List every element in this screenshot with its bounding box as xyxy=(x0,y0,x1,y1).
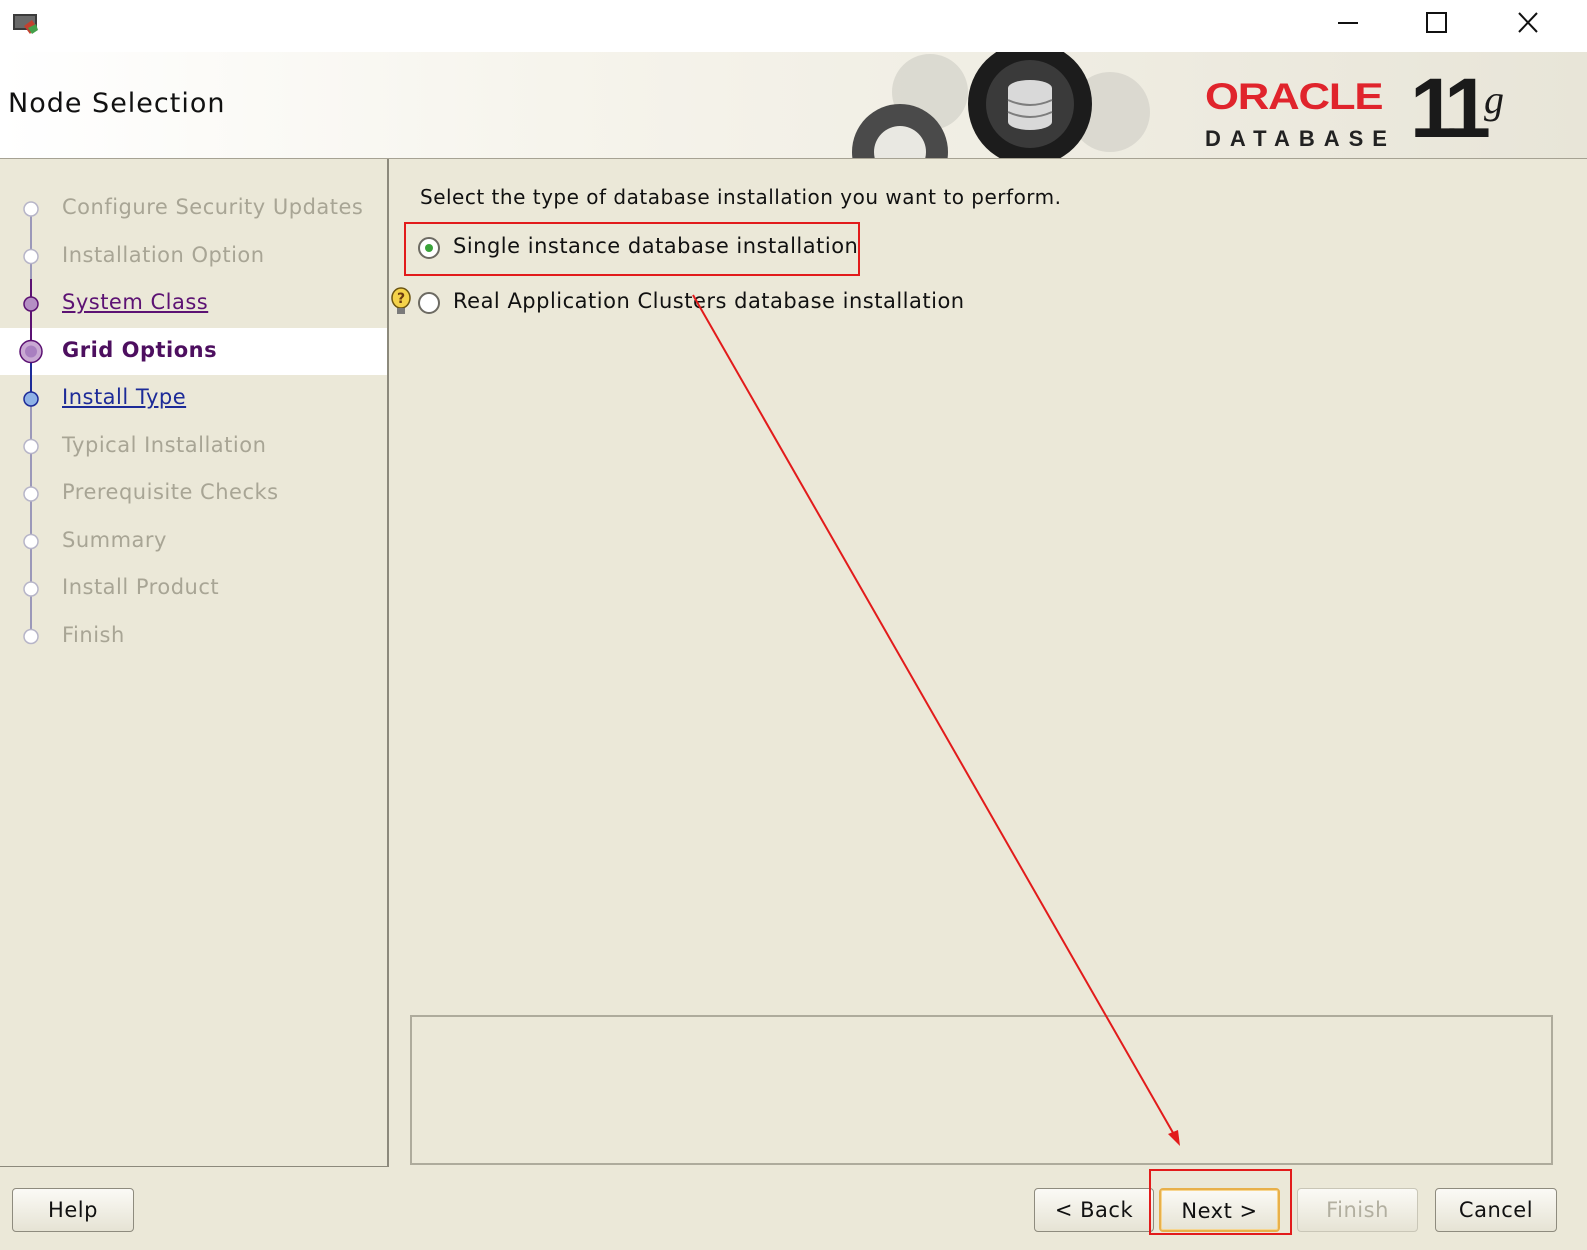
step-indicator-icon xyxy=(23,581,39,597)
rac-option[interactable]: Real Application Clusters database insta… xyxy=(418,289,964,321)
step-navigation: Configure Security Updates Installation O… xyxy=(0,159,389,1167)
step-indicator-icon xyxy=(23,296,39,312)
database-logo-text: DATABASE xyxy=(1205,126,1396,151)
svg-text:?: ? xyxy=(397,291,405,307)
step-install-type[interactable]: Install Type xyxy=(62,385,186,409)
message-area xyxy=(410,1015,1553,1165)
step-system-class[interactable]: System Class xyxy=(62,290,208,314)
step-indicator-core xyxy=(25,345,37,358)
annotation-highlight-next xyxy=(1149,1169,1292,1235)
step-summary: Summary xyxy=(62,527,167,552)
step-grid-options: Grid Options xyxy=(62,337,218,362)
step-indicator-icon xyxy=(23,201,39,217)
hint-lightbulb-icon: ? xyxy=(391,287,411,314)
step-indicator-icon xyxy=(23,628,39,645)
step-finish: Finish xyxy=(62,622,125,647)
step-indicator-icon xyxy=(23,486,39,502)
version-number: 11 xyxy=(1410,61,1491,155)
step-installation-option: Installation Option xyxy=(62,242,265,267)
close-button[interactable] xyxy=(1498,4,1558,44)
java-app-icon xyxy=(13,14,38,34)
gears-database-graphic xyxy=(852,52,1150,158)
step-indicator-icon xyxy=(23,533,39,550)
oracle-logo-text: ORACLE xyxy=(1205,76,1383,117)
step-typical-installation: Typical Installation xyxy=(62,432,267,457)
window-title-bar xyxy=(0,0,1587,52)
close-icon xyxy=(1518,12,1538,33)
step-indicator-icon xyxy=(23,391,39,407)
annotation-highlight-option xyxy=(404,222,860,276)
rac-label: Real Application Clusters database insta… xyxy=(453,289,965,313)
header-banner: Node Selection ORACLE DATABASE 11 g xyxy=(0,52,1587,159)
step-indicator-icon xyxy=(23,438,39,455)
installation-type-prompt: Select the type of database installation… xyxy=(420,185,1062,209)
step-indicator-icon xyxy=(23,248,39,265)
page-title: Node Selection xyxy=(8,88,226,119)
cancel-button[interactable]: Cancel xyxy=(1435,1188,1557,1232)
step-install-product: Install Product xyxy=(62,575,220,599)
help-button[interactable]: Help xyxy=(12,1188,134,1232)
step-prerequisite-checks: Prerequisite Checks xyxy=(62,480,279,504)
finish-button[interactable]: Finish xyxy=(1297,1188,1418,1232)
back-button[interactable]: < Back xyxy=(1034,1188,1154,1232)
maximize-icon xyxy=(1426,12,1447,33)
minimize-button[interactable] xyxy=(1318,4,1378,44)
maximize-button[interactable] xyxy=(1406,4,1466,44)
minimize-icon xyxy=(1338,22,1358,24)
rac-radio[interactable] xyxy=(418,292,440,314)
version-suffix: g xyxy=(1484,77,1504,122)
step-configure-security-updates: Configure Security Updates xyxy=(62,195,364,219)
